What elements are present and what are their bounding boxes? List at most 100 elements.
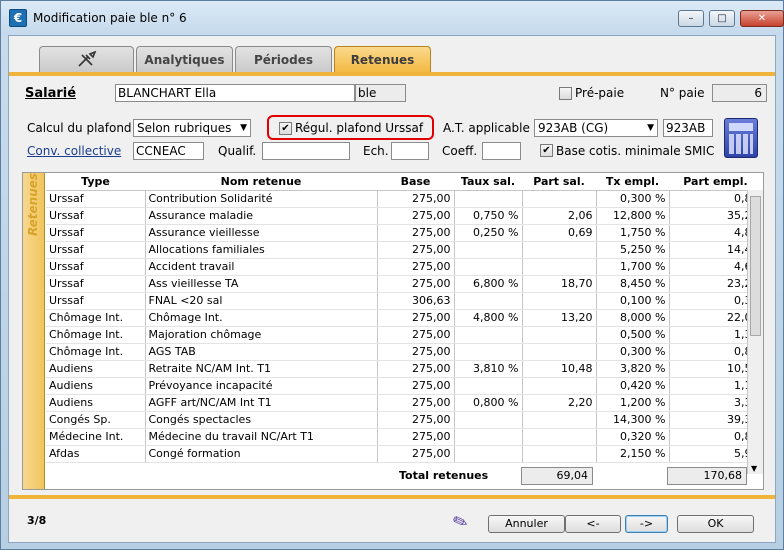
tab-analytiques[interactable]: Analytiques	[136, 46, 233, 74]
retenues-side-label: Retenues	[26, 172, 40, 236]
base-smic-checkbox[interactable]: ✔	[540, 144, 553, 157]
tab-retenues[interactable]: Retenues	[334, 46, 431, 75]
cell-base: 306,63	[377, 292, 455, 310]
table-row[interactable]: Chômage Int.AGS TAB275,000,300 %0,83	[46, 343, 763, 361]
table-row[interactable]: Médecine Int. Médecine du travail NC/Art …	[46, 428, 763, 446]
tab-accent-bar	[9, 72, 775, 76]
calcul-plafond-select[interactable]: Selon rubriques ▼	[133, 119, 251, 137]
table-row[interactable]: UrssafAccident travail275,001,700 %4,68	[46, 258, 763, 276]
cell-type: Urssaf	[46, 241, 146, 259]
salarie-code-field[interactable]: ble	[355, 84, 406, 102]
tab-general[interactable]	[39, 46, 134, 74]
cell-part-sal: 18,70	[522, 275, 597, 293]
cell-base: 275,00	[377, 275, 455, 293]
salarie-label[interactable]: Salarié	[25, 86, 76, 101]
cell-type: Urssaf	[46, 190, 146, 208]
table-row[interactable]: Audiens AGFF art/NC/AM Int T1 275,00 0,800 …	[46, 394, 763, 412]
coeff-label: Coeff.	[442, 144, 478, 158]
calculator-icon[interactable]	[724, 118, 758, 158]
next-button[interactable]: ->	[625, 515, 668, 533]
cell-base: 275,00	[377, 377, 455, 395]
cell-taux-sal: 4,800 %	[454, 309, 523, 327]
cell-tx-empl: 5,250 %	[596, 241, 670, 259]
col-part-sal[interactable]: Part sal.	[522, 173, 596, 191]
cell-part-sal	[522, 428, 597, 446]
table-row[interactable]: Audiens Retraite NC/AM Int. T1 275,00 3,810…	[46, 360, 763, 378]
cell-tx-empl: 0,320 %	[596, 428, 670, 446]
table-row[interactable]: Urssaf Allocations familiales 275,00 5,250 …	[46, 241, 763, 259]
pencil-icon[interactable]: ✎	[450, 510, 471, 535]
cell-tx-empl: 2,150 %	[596, 445, 670, 463]
payroll-window: € Modification paie ble n° 6 – □ ✕ Analy…	[0, 0, 784, 550]
col-nom-retenue[interactable]: Nom retenue	[145, 173, 377, 191]
tab-periodes[interactable]: Périodes	[235, 46, 332, 74]
cell-part-sal: 2,20	[522, 394, 597, 412]
cell-nom-retenue: Ass vieillesse TA	[145, 275, 378, 293]
cell-taux-sal	[454, 377, 523, 395]
table-row[interactable]: Urssaf Assurance vieillesse 275,00 0,250 % 0…	[46, 224, 763, 242]
table-row[interactable]: Urssaf Ass vieillesse TA 275,00 6,800 % 18,7…	[46, 275, 763, 293]
title-bar: € Modification paie ble n° 6 – □ ✕	[1, 1, 784, 35]
cell-tx-empl: 0,300 %	[596, 343, 670, 361]
coeff-field[interactable]	[482, 142, 521, 160]
cell-type: Urssaf	[46, 292, 146, 310]
salarie-name-field[interactable]: BLANCHART Ella	[115, 84, 355, 102]
table-body: Urssaf Contribution Solidarité 275,00 0,300…	[46, 190, 763, 463]
conv-collective-field[interactable]: CCNEAC	[133, 142, 204, 160]
cell-taux-sal: 0,250 %	[454, 224, 523, 242]
cell-tx-empl: 12,800 %	[596, 207, 670, 225]
regul-plafond-checkbox[interactable]: ✔	[279, 122, 292, 135]
qualif-field[interactable]	[262, 142, 350, 160]
cell-type: Chômage Int.	[46, 326, 146, 344]
minimize-button[interactable]: –	[678, 10, 704, 27]
table-row[interactable]: Chômage Int. Chômage Int. 275,00 4,800 % 13,…	[46, 309, 763, 327]
table-scrollbar[interactable]: ▼	[747, 190, 763, 474]
scrollbar-thumb[interactable]	[750, 196, 761, 336]
npaie-label: N° paie	[660, 86, 705, 100]
retenues-table: Type Nom retenue Base Taux sal. Part sal…	[46, 173, 763, 463]
col-part-empl[interactable]: Part empl.	[669, 173, 762, 191]
table-row[interactable]: UrssafFNAL <20 sal306,630,100 %0,31	[46, 292, 763, 310]
cell-type: Congés Sp.	[46, 411, 146, 429]
at-applicable-select[interactable]: 923AB (CG) ▼	[534, 119, 658, 137]
cell-type: Audiens	[46, 394, 146, 412]
prepaie-label: Pré-paie	[575, 86, 625, 100]
conv-collective-link[interactable]: Conv. collective	[27, 144, 121, 158]
col-type[interactable]: Type	[46, 173, 145, 191]
at-code-field[interactable]: 923AB	[663, 119, 713, 137]
ok-button[interactable]: OK	[677, 515, 754, 533]
maximize-button[interactable]: □	[709, 10, 735, 27]
col-tx-empl[interactable]: Tx empl.	[596, 173, 669, 191]
npaie-field: 6	[712, 84, 767, 102]
cell-taux-sal: 6,800 %	[454, 275, 523, 293]
total-part-empl-field: 170,68	[667, 467, 747, 485]
table-row[interactable]: AfdasCongé formation275,002,150 %5,91	[46, 445, 763, 463]
table-row[interactable]: Urssaf Contribution Solidarité 275,00 0,300…	[46, 190, 763, 208]
cell-base: 275,00	[377, 326, 455, 344]
cell-base: 275,00	[377, 258, 455, 276]
cell-part-sal	[522, 190, 597, 208]
cell-base: 275,00	[377, 343, 455, 361]
col-base[interactable]: Base	[377, 173, 454, 191]
cell-nom-retenue: AGS TAB	[145, 343, 378, 361]
col-taux-sal[interactable]: Taux sal.	[454, 173, 522, 191]
table-row[interactable]: Urssaf Assurance maladie 275,00 0,750 % 2,06…	[46, 207, 763, 225]
cell-type: Audiens	[46, 360, 146, 378]
cell-taux-sal	[454, 241, 523, 259]
prepaie-checkbox[interactable]	[559, 87, 572, 100]
cell-nom-retenue: Médecine du travail NC/Art T1	[145, 428, 378, 446]
close-button[interactable]: ✕	[740, 10, 784, 27]
cell-type: Urssaf	[46, 258, 146, 276]
cell-type: Chômage Int.	[46, 343, 146, 361]
scroll-down-icon[interactable]: ▼	[751, 464, 757, 473]
prev-button[interactable]: <-	[565, 515, 621, 533]
cell-taux-sal	[454, 258, 523, 276]
table-row[interactable]: Congés Sp. Congés spectacles 275,00 14,300 …	[46, 411, 763, 429]
cell-nom-retenue: Contribution Solidarité	[145, 190, 378, 208]
chevron-down-icon: ▼	[647, 123, 654, 133]
ech-field[interactable]	[391, 142, 429, 160]
table-row[interactable]: Audiens Prévoyance incapacité 275,00 0,420 …	[46, 377, 763, 395]
qualif-label: Qualif.	[218, 144, 257, 158]
annuler-button[interactable]: Annuler	[488, 515, 565, 533]
table-row[interactable]: Chômage Int. Majoration chômage 275,00 0,50…	[46, 326, 763, 344]
